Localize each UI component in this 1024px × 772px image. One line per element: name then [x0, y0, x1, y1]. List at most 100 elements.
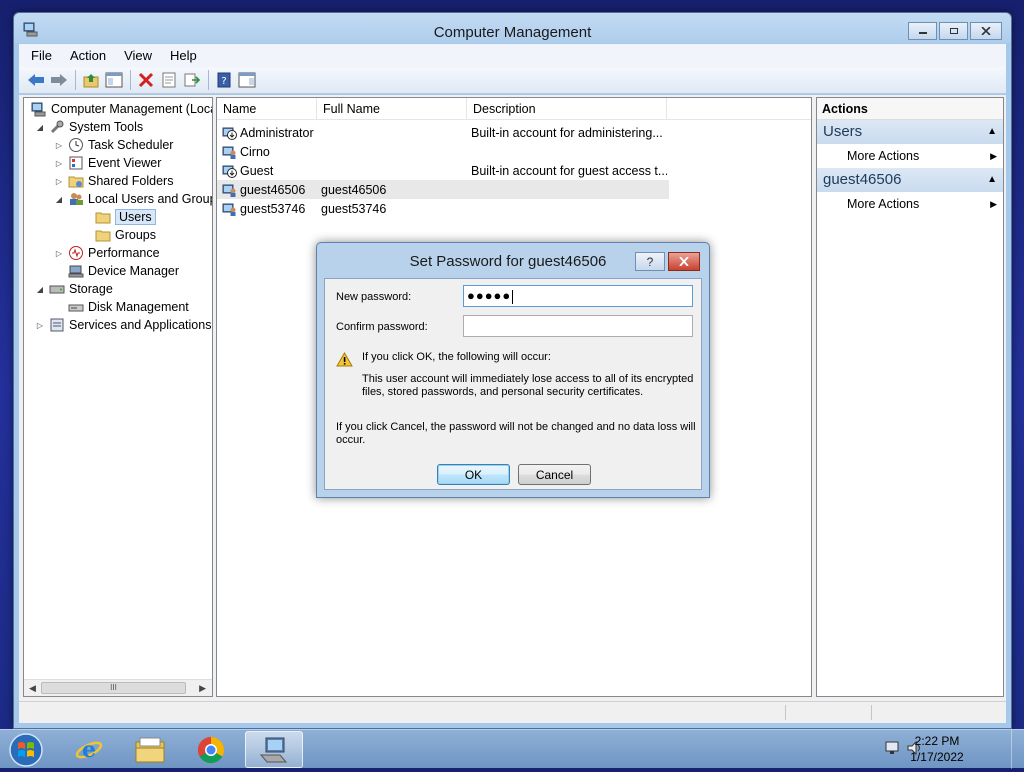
status-bar	[19, 701, 1006, 723]
taskbar-computer-management[interactable]	[245, 731, 303, 768]
expand-arrow-icon[interactable]: ▷	[34, 321, 46, 330]
expand-arrow-icon[interactable]: ▷	[53, 177, 65, 186]
taskbar-internet-explorer[interactable]: e	[60, 731, 118, 768]
more-actions-users[interactable]: More Actions ▶	[817, 144, 1003, 168]
table-row[interactable]: guest53746 guest53746	[217, 199, 669, 218]
user-icon	[222, 182, 238, 198]
tree-item-label: Disk Management	[88, 300, 189, 314]
close-icon	[981, 27, 991, 35]
tree-item-local-users-and-groups[interactable]: ◢ Local Users and Groups	[53, 190, 212, 208]
close-button[interactable]	[970, 22, 1002, 40]
tree-horizontal-scrollbar[interactable]: ◀ III ▶	[24, 679, 212, 696]
start-button[interactable]	[6, 731, 46, 769]
column-header-name[interactable]: Name	[217, 98, 317, 120]
collapse-arrow-icon[interactable]: ◢	[34, 285, 46, 294]
new-password-label: New password:	[336, 291, 412, 303]
table-row[interactable]: Administrator Built-in account for admini…	[217, 123, 669, 142]
tree-item-computer-management-local[interactable]: Computer Management (Local	[28, 100, 212, 118]
up-one-level-button[interactable]	[80, 69, 102, 91]
tree-item-label: Device Manager	[88, 264, 180, 278]
tree-item-users[interactable]: Users	[80, 208, 156, 226]
user-name: Guest	[240, 163, 274, 178]
tree-item-performance[interactable]: ▷ Performance	[53, 244, 160, 262]
tree-item-event-viewer[interactable]: ▷ Event Viewer	[53, 154, 162, 172]
expand-arrow-icon[interactable]: ▷	[53, 249, 65, 258]
console-tree: ▷ Services and Applications Disk Managemen…	[23, 97, 213, 697]
show-hide-action-pane-button[interactable]	[236, 69, 258, 91]
collapse-up-icon[interactable]: ▲	[987, 168, 997, 192]
forward-arrow-icon	[51, 74, 67, 86]
tree-item-storage[interactable]: ◢ Storage	[34, 280, 113, 298]
export-list-button[interactable]	[181, 69, 203, 91]
actions-section-guest46506[interactable]: guest46506 ▲	[817, 168, 1003, 192]
folder-up-icon	[83, 74, 99, 88]
collapse-arrow-icon[interactable]: ◢	[34, 123, 46, 132]
maximize-button[interactable]	[939, 22, 968, 40]
tree-item-shared-folders[interactable]: ▷ Shared Folders	[53, 172, 174, 190]
new-password-value: ●●●●●	[467, 288, 512, 303]
taskbar-file-explorer[interactable]	[121, 731, 179, 768]
cancel-note-line-2: occur.	[336, 434, 366, 446]
ok-button[interactable]: OK	[437, 464, 510, 485]
user-name: guest53746	[240, 201, 306, 216]
dialog-help-button[interactable]: ?	[635, 252, 665, 271]
back-button[interactable]	[25, 69, 47, 91]
event-viewer-icon	[68, 155, 84, 171]
tree-item-system-tools[interactable]: ◢ System Tools	[34, 118, 143, 136]
cancel-button[interactable]: Cancel	[518, 464, 591, 485]
dialog-close-button[interactable]	[668, 252, 700, 271]
windows-start-orb-icon	[9, 733, 43, 767]
status-divider	[871, 705, 872, 720]
cell-name: guest46506	[217, 182, 317, 198]
delete-button[interactable]	[135, 69, 157, 91]
confirm-password-field[interactable]	[463, 315, 693, 337]
show-hide-console-tree-button[interactable]	[103, 69, 125, 91]
collapse-arrow-icon[interactable]: ◢	[53, 195, 65, 204]
tree-item-task-scheduler[interactable]: ▷ Task Scheduler	[53, 136, 173, 154]
help-button[interactable]: ?	[213, 69, 235, 91]
actions-section-users[interactable]: Users ▲	[817, 120, 1003, 144]
new-password-field[interactable]: ●●●●●	[463, 285, 693, 307]
storage-icon	[49, 281, 65, 297]
cell-name: Administrator	[217, 125, 317, 141]
user-name: guest46506	[240, 182, 306, 197]
collapse-up-icon[interactable]: ▲	[987, 120, 997, 144]
properties-button[interactable]	[158, 69, 180, 91]
minimize-button[interactable]	[908, 22, 937, 40]
toolbar-separator	[130, 70, 131, 90]
expand-arrow-icon[interactable]: ▷	[53, 141, 65, 150]
status-divider	[785, 705, 786, 720]
clock-time: 2:22 PM	[914, 734, 960, 748]
expand-arrow-icon[interactable]: ▷	[53, 159, 65, 168]
tree-item-label: Users	[115, 209, 156, 225]
table-row[interactable]: guest46506 guest46506	[217, 180, 669, 199]
table-row[interactable]: Guest Built-in account for guest access t…	[217, 161, 669, 180]
menu-file[interactable]: File	[31, 48, 52, 63]
taskbar-chrome[interactable]	[182, 731, 240, 768]
scroll-right-arrow-icon[interactable]: ▶	[199, 683, 206, 694]
disabled-user-icon	[222, 163, 238, 179]
table-row[interactable]: Cirno	[217, 142, 669, 161]
disk-icon	[68, 299, 84, 315]
scroll-left-arrow-icon[interactable]: ◀	[29, 683, 36, 694]
delete-x-icon	[138, 72, 154, 88]
forward-button[interactable]	[48, 69, 70, 91]
tree-item-disk-management[interactable]: Disk Management	[53, 298, 189, 316]
column-header-description[interactable]: Description	[467, 98, 667, 120]
clock-date: 1/17/2022	[910, 750, 964, 764]
tree-item-device-manager[interactable]: Device Manager	[53, 262, 179, 280]
column-header-full-name[interactable]: Full Name	[317, 98, 467, 120]
menu-view[interactable]: View	[124, 48, 152, 63]
menu-action[interactable]: Action	[70, 48, 106, 63]
show-desktop-button[interactable]	[1011, 730, 1024, 769]
window-title: Computer Management	[433, 24, 592, 41]
title-bar[interactable]: Computer Management	[14, 13, 1011, 43]
scroll-thumb[interactable]: III	[41, 682, 186, 694]
menu-help[interactable]: Help	[170, 48, 197, 63]
tree-item-services-and-applications[interactable]: ▷ Services and Applications	[34, 316, 212, 334]
cell-name: Cirno	[217, 144, 317, 160]
tree-item-groups[interactable]: Groups	[80, 226, 156, 244]
more-actions-guest46506[interactable]: More Actions ▶	[817, 192, 1003, 216]
clock[interactable]: 2:22 PM 1/17/2022	[902, 733, 972, 765]
network-icon[interactable]	[884, 740, 902, 759]
